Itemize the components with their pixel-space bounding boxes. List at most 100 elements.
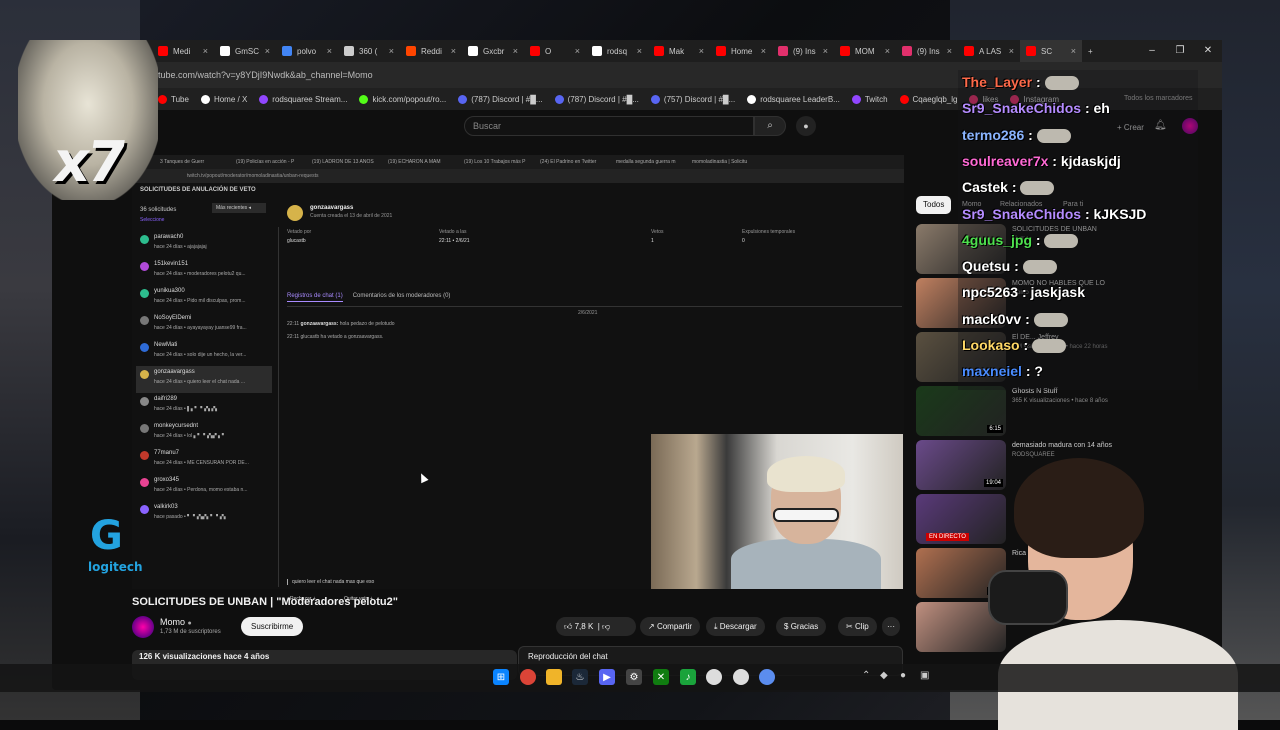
video-thumbnail[interactable]: 6:15 — [916, 386, 1006, 436]
tab-14[interactable]: SC × — [1020, 40, 1082, 62]
mic-button[interactable]: ● — [796, 116, 816, 136]
close-icon[interactable]: × — [1009, 46, 1014, 56]
tab-7[interactable]: rodsq × — [586, 40, 648, 62]
tab-4[interactable]: Reddi × — [400, 40, 462, 62]
request-item[interactable]: NoSoyElDemi hace 24 días • ayayayayay jua… — [136, 312, 272, 339]
chrome-icon[interactable] — [520, 669, 536, 685]
request-item[interactable]: groxo345 hace 24 días • Perdona, momo est… — [136, 474, 272, 501]
request-item[interactable]: 151kevin151 hace 24 días • moderadores pe… — [136, 258, 272, 285]
search-button[interactable]: ⌕ — [754, 116, 786, 136]
new-tab-button[interactable]: + — [1082, 40, 1106, 62]
tab-3[interactable]: 360 (× — [338, 40, 400, 62]
app-icon[interactable] — [733, 669, 749, 685]
bookmark-item[interactable]: (787) Discord | #█... — [554, 94, 639, 104]
bookmark-icon — [200, 94, 210, 104]
more-button[interactable]: ··· — [882, 617, 900, 636]
video-title[interactable]: demasiado madura con 14 años — [1012, 442, 1112, 449]
request-item[interactable]: daifri289 hace 24 días • ▌▖▘▝▗▚ ▞▖ — [136, 393, 272, 420]
tray-icon[interactable]: ▣ — [920, 670, 929, 681]
clip-button[interactable]: ✂ Clip — [838, 617, 877, 636]
search-input[interactable]: Buscar — [464, 116, 754, 136]
request-item[interactable]: gonzaavargass hace 24 días • quiero leer … — [136, 366, 272, 393]
download-icon: ⤓ — [714, 622, 718, 631]
close-icon[interactable]: × — [637, 46, 642, 56]
inner-tab[interactable]: (24) El Padrino en Twitter — [540, 159, 610, 165]
subscribe-button[interactable]: Suscribirme — [241, 617, 304, 636]
close-icon[interactable]: × — [451, 46, 456, 56]
excel-icon[interactable]: ✕ — [653, 669, 669, 685]
inner-tab[interactable]: 3 Tanques de Guerr — [160, 159, 230, 165]
tab-1[interactable]: GmSC × — [214, 40, 276, 62]
like-dislike-button[interactable]: 👍︎ 7,8 K | 👎︎ — [556, 617, 636, 636]
bookmark-item[interactable]: Cqaeglqb_lg — [899, 94, 958, 104]
inner-tab[interactable]: (19) Policías en acción - P — [236, 159, 306, 165]
channel-avatar[interactable] — [132, 616, 154, 638]
close-icon[interactable]: × — [265, 46, 270, 56]
close-icon[interactable]: × — [699, 46, 704, 56]
inner-tab[interactable]: (19) Los 10 Trabajos más P — [464, 159, 534, 165]
bookmark-item[interactable]: Twitch — [851, 94, 888, 104]
request-item[interactable]: valkirk03 hace pasado • ▘▝▗▚▞▖▘▝▗▚ — [136, 501, 272, 528]
app-icon[interactable]: ▶ — [599, 669, 615, 685]
bookmark-item[interactable]: kick.com/popout/ro... — [359, 94, 446, 104]
steam-icon[interactable]: ♨ — [572, 669, 588, 685]
chevron-up-icon[interactable]: ⌃ — [862, 670, 870, 681]
request-item[interactable]: monkeycursednt hace 24 días • lol ▖▘▝▗▚▞ … — [136, 420, 272, 447]
folder-icon[interactable] — [546, 669, 562, 685]
share-button[interactable]: ↗ Compartir — [640, 617, 701, 636]
tab-0[interactable]: Medi × — [152, 40, 214, 62]
close-icon[interactable]: × — [947, 46, 952, 56]
settings-icon[interactable]: ⚙ — [626, 669, 642, 685]
close-icon[interactable]: × — [761, 46, 766, 56]
bookmark-label: Cqaeglqb_lg — [912, 94, 958, 104]
maximize-button[interactable]: ❐ — [1166, 40, 1194, 62]
request-item[interactable]: parawach0 hace 24 días • ajajajajaj — [136, 231, 272, 258]
tray-icon[interactable]: ● — [900, 670, 906, 681]
tab-chat-logs[interactable]: Registros de chat (1) — [287, 293, 343, 302]
bookmark-item[interactable]: rodsquaree Stream... — [259, 94, 347, 104]
tab-11[interactable]: MOM × — [834, 40, 896, 62]
close-icon[interactable]: × — [513, 46, 518, 56]
app-icon[interactable]: ♪ — [680, 669, 696, 685]
tab-9[interactable]: Home × — [710, 40, 772, 62]
tab-13[interactable]: A LAS × — [958, 40, 1020, 62]
tab-5[interactable]: Gxcbr × — [462, 40, 524, 62]
thanks-button[interactable]: $ Gracias — [776, 617, 827, 636]
minimize-button[interactable]: – — [1138, 40, 1166, 62]
download-button[interactable]: ⤓ Descargar — [706, 617, 765, 636]
inner-tab[interactable]: (19) LADRÓN DE 13 AÑOS — [312, 159, 382, 165]
channel-name[interactable]: Momo ● — [160, 617, 192, 627]
bookmark-item[interactable]: Home / X — [200, 94, 247, 104]
close-icon[interactable]: × — [203, 46, 208, 56]
filter-chip-all[interactable]: Todos — [916, 196, 952, 214]
tab-mod-comments[interactable]: Comentarios de los moderadores (0) — [353, 293, 451, 302]
close-icon[interactable]: × — [823, 46, 828, 56]
tab-2[interactable]: polvo × — [276, 40, 338, 62]
bookmark-item[interactable]: (757) Discord | #█... — [650, 94, 735, 104]
bookmark-item[interactable]: rodsquaree LeaderB... — [747, 94, 840, 104]
windows-start-icon[interactable]: ⊞ — [493, 669, 509, 685]
inner-tab[interactable]: medalla segunda guerra m — [616, 159, 686, 165]
inner-tab[interactable]: momoladinastia | Solicitu — [692, 159, 762, 165]
bookmark-item[interactable]: Tube — [158, 94, 189, 104]
tab-6[interactable]: O × — [524, 40, 586, 62]
video-thumbnail[interactable]: 19:04 — [916, 440, 1006, 490]
close-button[interactable]: ✕ — [1194, 40, 1222, 62]
request-item[interactable]: yunikua300 hace 24 días • Pido mil discul… — [136, 285, 272, 312]
close-icon[interactable]: × — [327, 46, 332, 56]
close-icon[interactable]: × — [1071, 46, 1076, 56]
tab-10[interactable]: (9) Ins × — [772, 40, 834, 62]
app-icon[interactable] — [759, 669, 775, 685]
close-icon[interactable]: × — [885, 46, 890, 56]
bookmark-item[interactable]: (787) Discord | #█... — [458, 94, 543, 104]
close-icon[interactable]: × — [575, 46, 580, 56]
close-icon[interactable]: × — [389, 46, 394, 56]
tray-icon[interactable]: ◆ — [880, 670, 888, 681]
request-item[interactable]: 77manu7 hace 24 días • ME CENSURAN POR DE… — [136, 447, 272, 474]
request-item[interactable]: NewMati hace 24 días • solo dije un hecho… — [136, 339, 272, 366]
tab-12[interactable]: (9) Ins × — [896, 40, 958, 62]
obs-icon[interactable] — [706, 669, 722, 685]
inner-tab[interactable]: (19) ECHARON A MAM — [388, 159, 458, 165]
tab-8[interactable]: Mak × — [648, 40, 710, 62]
video-thumbnail[interactable]: EN DIRECTO — [916, 494, 1006, 544]
